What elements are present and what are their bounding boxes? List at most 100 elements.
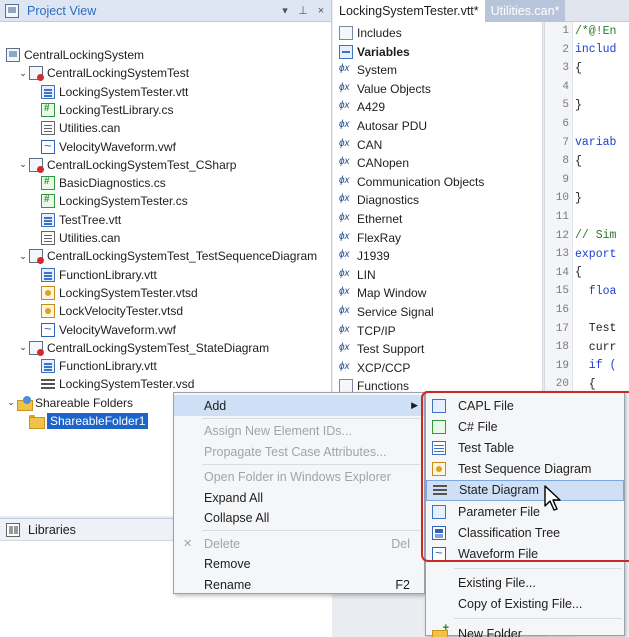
function-icon	[339, 193, 353, 207]
symbol-item-label: Includes	[357, 26, 402, 40]
tree-item[interactable]: ⌄LockVelocityTester.vtsd	[30, 302, 183, 320]
symbol-item[interactable]: Ethernet	[339, 210, 402, 228]
menu-item[interactable]: Expand All	[174, 487, 424, 508]
code-line: 5}	[545, 96, 582, 114]
line-number: 19	[555, 359, 569, 372]
tree-item[interactable]: ⌄ CentralLockingSystemTest_TestSequenceDi…	[18, 247, 317, 265]
line-number: 4	[562, 80, 569, 93]
tree-item[interactable]: ⌄LockingTestLibrary.cs	[30, 101, 174, 119]
expand-chevron-icon[interactable]: ⌄	[18, 342, 28, 353]
tree-item[interactable]: ⌄Utilities.can	[30, 119, 120, 137]
menu-item-label: Delete	[204, 536, 241, 551]
expand-chevron-icon[interactable]: ⌄	[18, 68, 28, 79]
symbol-item[interactable]: Diagnostics	[339, 191, 419, 209]
tree-item[interactable]: ⌄ CentralLockingSystemTest	[18, 64, 189, 82]
symbol-item[interactable]: Includes	[339, 24, 402, 42]
symbol-item[interactable]: System	[339, 61, 397, 79]
cs-file-icon	[41, 102, 55, 117]
expand-chevron-icon[interactable]: ⌄	[18, 251, 28, 262]
code-text: Test	[575, 322, 617, 336]
symbol-item[interactable]: Map Window	[339, 284, 426, 302]
vtsd-file-icon	[41, 304, 55, 319]
tree-item[interactable]: ⌄LockingSystemTester.vsd	[30, 375, 194, 393]
symbol-item-label: System	[357, 63, 398, 78]
function-icon	[339, 286, 353, 300]
pin-icon[interactable]: ⊥	[298, 4, 308, 17]
menu-item[interactable]: Collapse All	[174, 508, 424, 529]
submenu-item[interactable]: New Folder	[426, 622, 624, 637]
code-text: {	[575, 61, 582, 75]
line-number: 10	[555, 192, 569, 205]
tree-item[interactable]: ⌄Utilities.can	[30, 229, 120, 247]
menu-item[interactable]: Add ▶	[174, 395, 424, 416]
tree-item[interactable]: ⌄ CentralLockingSystemTest_StateDiagram	[18, 339, 269, 357]
symbol-item[interactable]: Autosar PDU	[339, 117, 427, 135]
context-menu: Add ▶ Assign New Element IDs... Propagate T…	[173, 392, 425, 594]
expand-chevron-icon[interactable]: ⌄	[18, 159, 28, 170]
symbol-item[interactable]: Variables	[339, 43, 410, 61]
symbol-item[interactable]: Functions	[339, 377, 409, 392]
tree-item[interactable]: ⌄VelocityWaveform.vwf	[30, 321, 176, 339]
code-text: }	[575, 98, 582, 112]
function-icon	[339, 82, 353, 96]
symbol-item[interactable]: CANopen	[339, 154, 409, 172]
editor-tab[interactable]: LockingSystemTester.vtt*	[333, 0, 485, 22]
menu-item[interactable]: Rename F2	[174, 574, 424, 595]
tree-item[interactable]: ⌄FunctionLibrary.vtt	[30, 357, 157, 375]
submenu-item[interactable]: Existing File...	[426, 573, 624, 594]
tree-item[interactable]: ⌄LockingSystemTester.vtsd	[30, 284, 198, 302]
code-line: 13 export	[545, 245, 617, 263]
tree-item[interactable]: ⌄TestTree.vtt	[30, 211, 121, 229]
code-line: 15 floa	[545, 282, 617, 300]
line-number: 2	[562, 43, 569, 56]
tree-item-label: FunctionLibrary.vtt	[59, 359, 157, 374]
includes-icon	[339, 26, 353, 40]
function-icon	[339, 175, 353, 189]
tree-item[interactable]: ⌄LockingSystemTester.vtt	[30, 83, 188, 101]
function-icon	[339, 156, 353, 170]
line-number: 20	[555, 378, 569, 391]
code-line: 17 Test	[545, 320, 617, 338]
waveform-file-icon	[41, 138, 55, 154]
line-number: 1	[562, 25, 569, 37]
tree-item[interactable]: ⌄ Shareable Folders	[6, 394, 133, 412]
symbol-item[interactable]: LIN	[339, 266, 376, 284]
delete-icon: ✕	[183, 538, 193, 550]
close-icon[interactable]: ×	[316, 5, 326, 17]
submenu-item-label: Copy of Existing File...	[458, 597, 583, 612]
symbol-item[interactable]: Service Signal	[339, 303, 434, 321]
test-unit-icon	[29, 66, 44, 82]
symbol-item[interactable]: CAN	[339, 136, 382, 154]
symbol-item[interactable]: Communication Objects	[339, 173, 484, 191]
symbol-item[interactable]: J1939	[339, 247, 390, 265]
tree-item[interactable]: ⌄ CentralLockingSystemTest_CSharp	[18, 156, 236, 174]
project-view-title: Project View	[27, 3, 97, 18]
submenu-arrow-icon: ▶	[411, 400, 418, 410]
tree-item[interactable]: ⌄VelocityWaveform.vwf	[30, 138, 176, 156]
project-view-icon	[5, 3, 19, 18]
editor-tab[interactable]: Utilities.can*	[484, 0, 566, 22]
submenu-item[interactable]: Copy of Existing File...	[426, 594, 624, 615]
symbol-item[interactable]: A429	[339, 98, 385, 116]
symbol-item[interactable]: XCP/CCP	[339, 359, 410, 377]
code-line: 14 {	[545, 264, 582, 282]
tree-item[interactable]: ⌄BasicDiagnostics.cs	[30, 174, 166, 192]
symbol-item[interactable]: Value Objects	[339, 80, 431, 98]
code-line: 10}	[545, 189, 582, 207]
tree-item-label: LockingTestLibrary.cs	[59, 102, 174, 117]
tree-item-label: CentralLockingSystemTest_CSharp	[47, 157, 237, 172]
symbol-item[interactable]: FlexRay	[339, 229, 401, 247]
tree-item[interactable]: CentralLockingSystem	[6, 46, 144, 64]
line-number: 5	[562, 99, 569, 112]
tree-item-label: LockVelocityTester.vtsd	[59, 304, 184, 319]
line-number: 3	[562, 62, 569, 75]
symbol-item[interactable]: TCP/IP	[339, 322, 396, 340]
tree-item[interactable]: ⌄FunctionLibrary.vtt	[30, 266, 157, 284]
expand-chevron-icon[interactable]: ⌄	[6, 397, 16, 408]
tree-item[interactable]: ⌄ShareableFolder1	[18, 412, 149, 430]
symbol-item[interactable]: Test Support	[339, 340, 424, 358]
tree-item[interactable]: ⌄LockingSystemTester.cs	[30, 192, 188, 210]
editor-tab-strip: LockingSystemTester.vtt* Utilities.can*	[333, 0, 629, 22]
menu-item[interactable]: Remove	[174, 554, 424, 575]
dropdown-icon[interactable]: ▾	[280, 4, 290, 17]
